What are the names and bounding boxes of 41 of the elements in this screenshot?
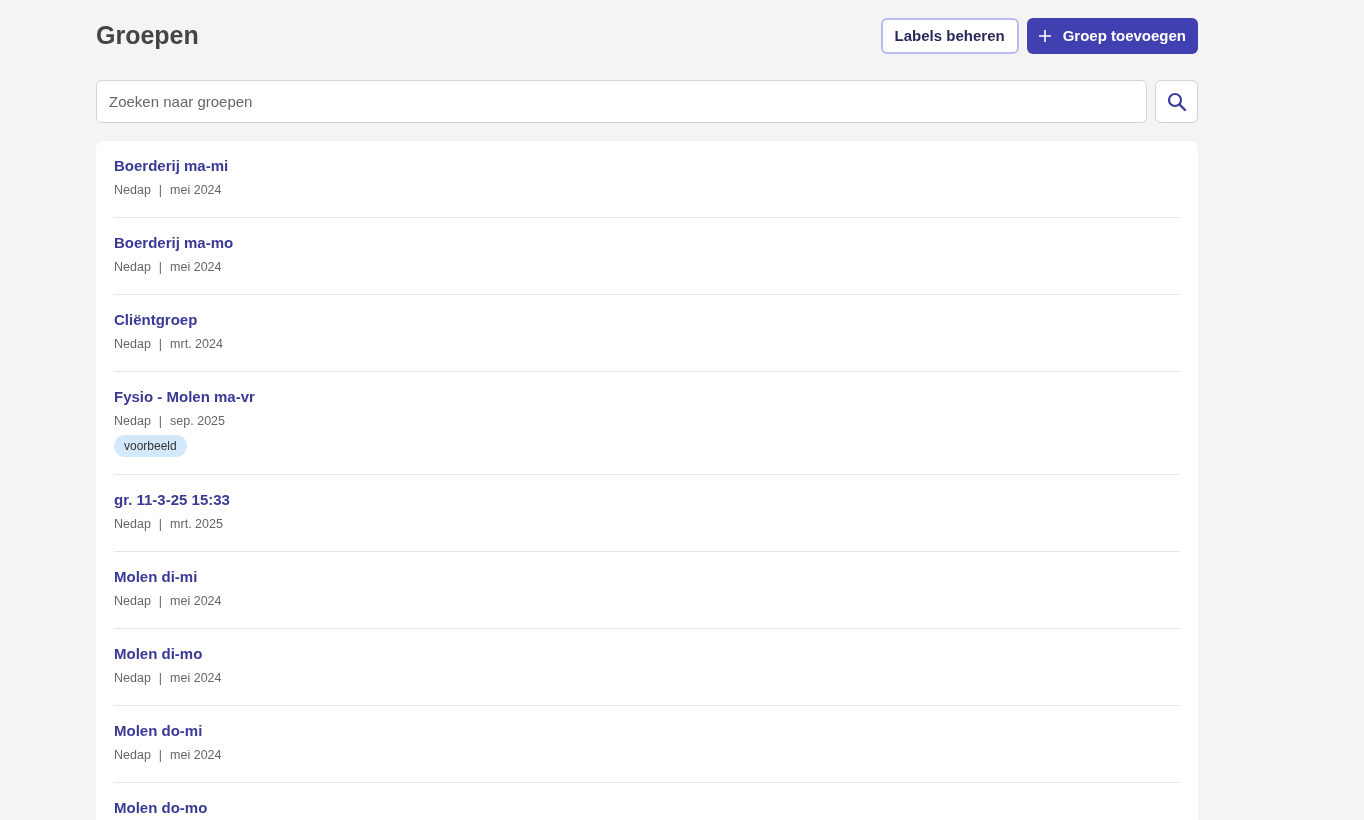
search-icon (1166, 91, 1187, 112)
organization-text: Nedap (114, 182, 151, 199)
search-button[interactable] (1155, 80, 1198, 123)
date-text: mei 2024 (170, 747, 222, 764)
group-name-link[interactable]: Molen di-mi (114, 567, 1180, 587)
manage-labels-button[interactable]: Labels beheren (880, 18, 1019, 54)
organization-text: Nedap (114, 670, 151, 687)
group-name-link[interactable]: Molen di-mo (114, 644, 1180, 664)
group-name-link[interactable]: Boerderij ma-mo (114, 233, 1180, 253)
date-text: mrt. 2024 (170, 336, 223, 353)
date-text: sep. 2025 (170, 413, 225, 430)
organization-text: Nedap (114, 259, 151, 276)
plus-icon (1038, 30, 1051, 42)
page-title: Groepen (96, 20, 199, 52)
organization-text: Nedap (114, 336, 151, 353)
date-text: mrt. 2025 (170, 516, 223, 533)
separator-text: | (158, 182, 163, 199)
group-name-link[interactable]: Molen do-mo (114, 798, 1180, 818)
separator-text: | (158, 593, 163, 610)
label-tag: voorbeeld (114, 435, 187, 457)
separator-text: | (158, 336, 163, 353)
group-name-link[interactable]: Fysio - Molen ma-vr (114, 387, 1180, 407)
date-text: mei 2024 (170, 670, 222, 687)
date-text: mei 2024 (170, 593, 222, 610)
group-name-link[interactable]: gr. 11-3-25 15:33 (114, 490, 1180, 510)
separator-text: | (158, 413, 163, 430)
organization-text: Nedap (114, 747, 151, 764)
search-field[interactable]: Zoeken naar groepen (96, 80, 1147, 123)
separator-text: | (158, 670, 163, 687)
separator-text: | (158, 747, 163, 764)
date-text: mei 2024 (170, 259, 222, 276)
group-name-link[interactable]: Cliëntgroep (114, 310, 1180, 330)
group-name-link[interactable]: Boerderij ma-mi (114, 156, 1180, 176)
add-group-button[interactable]: Groep toevoegen (1026, 18, 1198, 54)
date-text: mei 2024 (170, 182, 222, 199)
group-name-link[interactable]: Molen do-mi (114, 721, 1180, 741)
separator-text: | (158, 516, 163, 533)
organization-text: Nedap (114, 516, 151, 533)
organization-text: Nedap (114, 593, 151, 610)
separator-text: | (158, 259, 163, 276)
organization-text: Nedap (114, 413, 151, 430)
